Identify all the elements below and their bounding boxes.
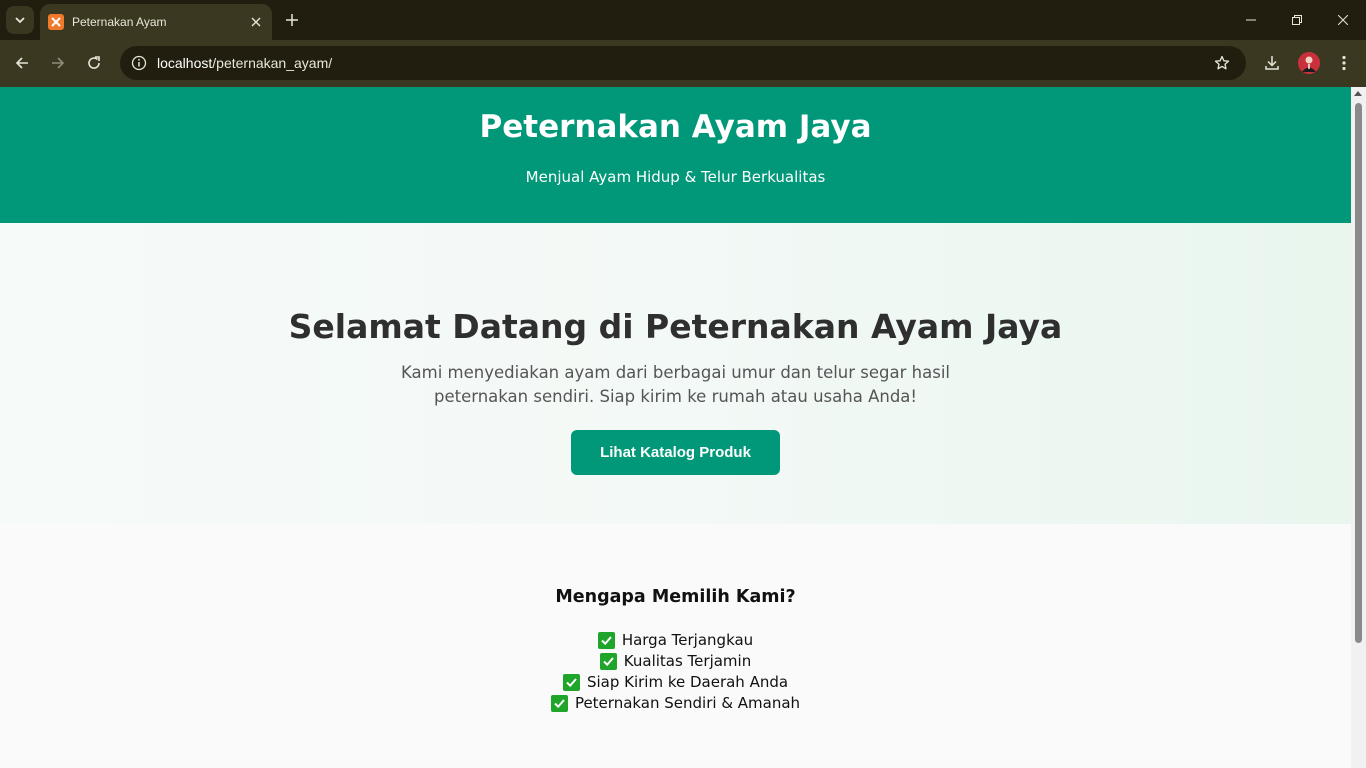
hero-section: Selamat Datang di Peternakan Ayam Jaya K… bbox=[0, 223, 1351, 524]
address-bar[interactable]: localhost/peternakan_ayam/ bbox=[120, 46, 1246, 80]
check-icon bbox=[597, 632, 615, 649]
site-tagline: Menjual Ayam Hidup & Telur Berkualitas bbox=[525, 168, 826, 186]
page-scrollbar[interactable] bbox=[1351, 87, 1366, 768]
why-us-heading: Mengapa Memilih Kami? bbox=[555, 587, 796, 607]
site-info-icon[interactable] bbox=[126, 50, 152, 76]
list-item: Peternakan Sendiri & Amanah bbox=[0, 693, 1351, 714]
menu-icon[interactable] bbox=[1330, 49, 1358, 77]
hero-description: Kami menyediakan ayam dari berbagai umur… bbox=[401, 363, 950, 406]
reload-icon[interactable] bbox=[80, 49, 108, 77]
window-close-icon[interactable] bbox=[1320, 0, 1366, 40]
url-text: localhost/peternakan_ayam/ bbox=[157, 55, 333, 71]
forward-icon[interactable] bbox=[44, 49, 72, 77]
list-item-label: Peternakan Sendiri & Amanah bbox=[574, 694, 801, 712]
plus-icon[interactable] bbox=[280, 8, 304, 32]
site-header: Peternakan Ayam Jaya Menjual Ayam Hidup … bbox=[0, 87, 1351, 223]
check-icon bbox=[599, 653, 617, 670]
tab-bar: Peternakan Ayam bbox=[0, 0, 1366, 40]
list-item-label: Harga Terjangkau bbox=[621, 631, 754, 649]
restore-icon[interactable] bbox=[1274, 0, 1320, 40]
star-icon[interactable] bbox=[1210, 51, 1234, 75]
tab-list-icon bbox=[15, 17, 25, 24]
catalog-button[interactable]: Lihat Katalog Produk bbox=[571, 430, 780, 475]
browser-toolbar: localhost/peternakan_ayam/ bbox=[0, 40, 1366, 87]
scroll-up-icon[interactable] bbox=[1354, 91, 1362, 96]
tab-list-button[interactable] bbox=[6, 6, 34, 34]
check-icon bbox=[562, 674, 580, 691]
list-item: Kualitas Terjamin bbox=[0, 651, 1351, 672]
download-icon[interactable] bbox=[1258, 49, 1286, 77]
list-item: Siap Kirim ke Daerah Anda bbox=[0, 672, 1351, 693]
active-tab[interactable]: Peternakan Ayam bbox=[40, 4, 272, 40]
list-item-label: Kualitas Terjamin bbox=[623, 652, 752, 670]
hero-heading: Selamat Datang di Peternakan Ayam Jaya bbox=[288, 307, 1063, 346]
xampp-favicon-icon bbox=[48, 14, 64, 30]
scroll-thumb[interactable] bbox=[1355, 103, 1362, 643]
list-item-label: Siap Kirim ke Daerah Anda bbox=[586, 673, 789, 691]
site-title: Peternakan Ayam Jaya bbox=[479, 109, 872, 145]
why-us-list: Harga Terjangkau Kualitas Terjamin Siap … bbox=[0, 630, 1351, 714]
check-icon bbox=[550, 695, 568, 712]
tab-title: Peternakan Ayam bbox=[72, 15, 167, 29]
close-icon[interactable] bbox=[246, 12, 266, 32]
profile-avatar[interactable] bbox=[1298, 52, 1320, 74]
back-icon[interactable] bbox=[8, 49, 36, 77]
minimize-icon[interactable] bbox=[1228, 0, 1274, 40]
window-controls bbox=[1228, 0, 1366, 40]
list-item: Harga Terjangkau bbox=[0, 630, 1351, 651]
page-viewport: Peternakan Ayam Jaya Menjual Ayam Hidup … bbox=[0, 87, 1351, 768]
why-us-section: Mengapa Memilih Kami? Harga Terjangkau K… bbox=[0, 524, 1351, 768]
